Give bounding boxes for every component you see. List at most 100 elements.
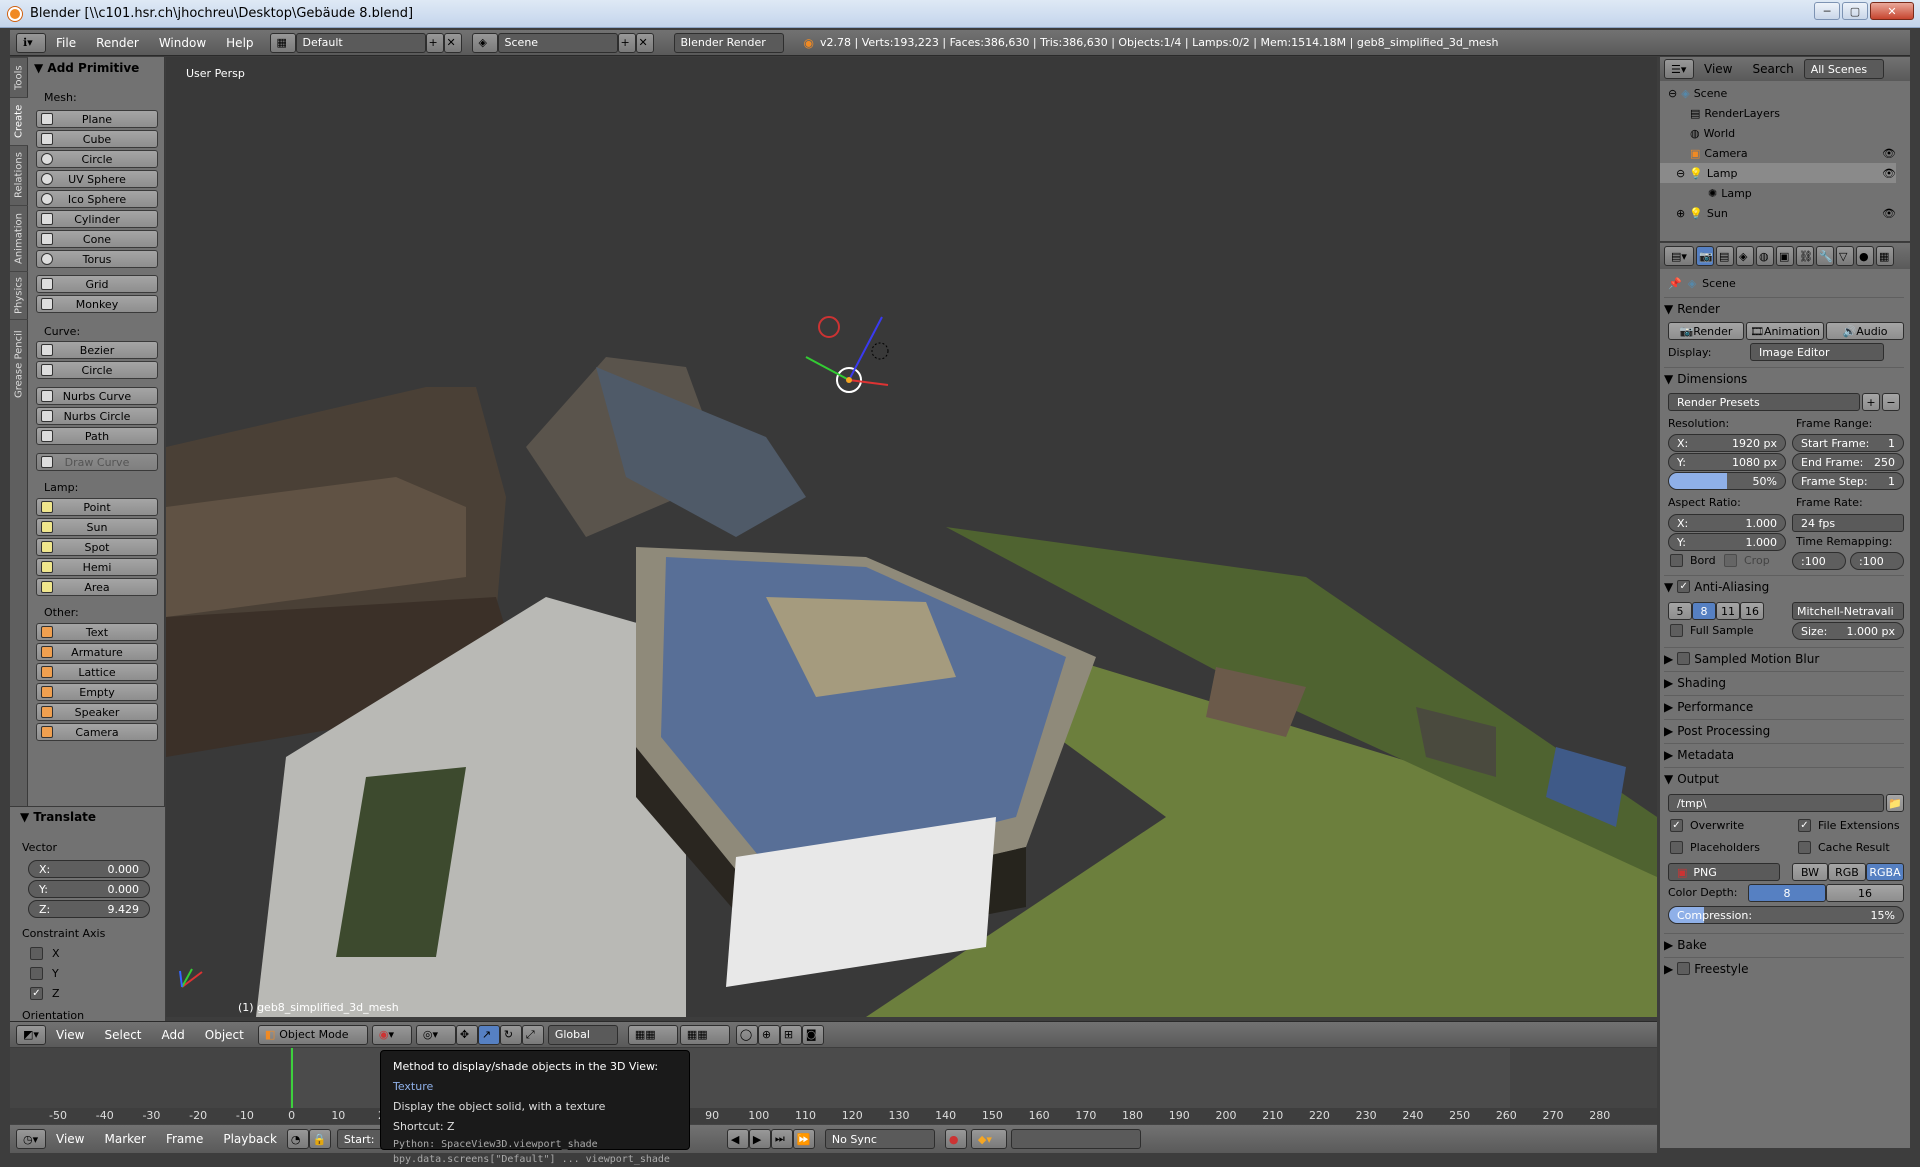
aa-samples-11[interactable]: 11 [1716,602,1740,620]
render-panel-header[interactable]: ▼ Render [1664,297,1904,319]
layers-context-icon[interactable]: ▤ [1716,246,1734,266]
timeline-menu-view[interactable]: View [46,1132,94,1146]
tab-relations[interactable]: Relations [10,145,28,205]
outliner-row-camera[interactable]: ▣ Camera 👁 [1660,143,1896,163]
add-text-button[interactable]: Text [36,623,158,641]
add-armature-button[interactable]: Armature [36,643,158,661]
add-cylinder-button[interactable]: Cylinder [36,210,158,228]
freestyle-checkbox[interactable] [1677,962,1691,975]
timeline-menu-marker[interactable]: Marker [94,1132,155,1146]
scene-icon[interactable]: ◈ [471,32,498,53]
outliner-row-scene[interactable]: ⊖ ◈ Scene [1660,83,1896,103]
remove-layout-icon[interactable]: ✕ [443,32,462,53]
tab-physics[interactable]: Physics [10,271,28,319]
layout-selector[interactable]: Default [295,32,426,53]
aa-samples-5[interactable]: 5 [1668,602,1692,620]
add-lattice-button[interactable]: Lattice [36,663,158,681]
proportional-edit-icon[interactable]: ◯ [735,1024,758,1045]
resolution-y-field[interactable]: Y: 1080 px [1668,453,1786,471]
pin-icon[interactable]: 📌 [1668,277,1682,290]
add-nurbs-curve-button[interactable]: Nurbs Curve [36,387,158,405]
add-scene-icon[interactable]: + [617,32,636,53]
add-cube-button[interactable]: Cube [36,130,158,148]
color-mode-rgba[interactable]: RGBA [1866,863,1904,881]
editor-type-3d-icon[interactable]: ◩▾ [16,1024,46,1045]
add-nurbs-circle-button[interactable]: Nurbs Circle [36,407,158,425]
data-context-icon[interactable]: ▽ [1836,246,1854,266]
next-keyframe-icon[interactable]: ⏭ [770,1129,793,1149]
start-frame-field[interactable]: Start Frame: 1 [1792,434,1904,452]
add-empty-button[interactable]: Empty [36,683,158,701]
dimensions-panel-header[interactable]: ▼ Dimensions [1664,367,1904,389]
render-presets-selector[interactable]: Render Presets [1668,393,1860,411]
snap-element-icon[interactable]: ⊞ [779,1024,802,1045]
remap-new-field[interactable]: :100 [1850,552,1904,570]
manipulator-toggle[interactable]: ✥ [455,1024,478,1045]
pivot-selector[interactable]: ◎▾ [415,1024,456,1045]
add-bezier-button[interactable]: Bezier [36,341,158,359]
scale-manipulator[interactable]: ⤢ [521,1024,544,1045]
visibility-eye-icon-2[interactable]: 👁 [1882,167,1896,180]
add-layout-icon[interactable]: + [425,32,444,53]
add-plane-button[interactable]: Plane [36,110,158,128]
visibility-eye-icon[interactable]: 👁 [1882,147,1896,160]
border-checkbox[interactable] [1670,554,1683,567]
outliner-row-sun[interactable]: ⊕ 💡 Sun 👁 [1660,203,1896,223]
overwrite-checkbox[interactable]: ✓ [1670,819,1683,832]
keying-set-field[interactable] [1010,1129,1141,1149]
aa-samples-8[interactable]: 8 [1692,602,1716,620]
add-area-lamp-button[interactable]: Area [36,578,158,596]
bake-panel-header[interactable]: ▶ Bake [1664,933,1904,955]
3d-viewport[interactable]: User Persp (1) geb8_simplified_3d_mesh [166,57,1657,1017]
frame-rate-selector[interactable]: 24 fps [1792,514,1904,532]
color-depth-8[interactable]: 8 [1748,884,1826,902]
outliner-menu-search[interactable]: Search [1742,62,1803,76]
minimize-button[interactable]: ─ [1814,2,1840,20]
material-context-icon[interactable]: ● [1856,246,1874,266]
outliner-row-world[interactable]: ◍ World [1660,123,1896,143]
texture-context-icon[interactable]: ▦ [1876,246,1894,266]
translate-x-field[interactable]: X: 0.000 [28,860,150,878]
layout-icon[interactable]: ▦ [269,32,296,53]
file-format-selector[interactable]: ▣ PNG [1668,863,1780,881]
modifiers-context-icon[interactable]: 🔧 [1816,246,1834,266]
scene-selector[interactable]: Scene [497,32,618,53]
menu-file[interactable]: File [46,36,86,50]
aa-filter-selector[interactable]: Mitchell-Netravali [1792,602,1904,620]
add-sun-lamp-button[interactable]: Sun [36,518,158,536]
display-selector[interactable]: Image Editor [1750,343,1884,361]
outliner-filter[interactable]: All Scenes [1803,59,1884,79]
translate-manipulator[interactable]: ↗ [477,1024,500,1045]
add-camera-button[interactable]: Camera [36,723,158,741]
viewport-shading-button[interactable]: ◉ ▾ [371,1024,412,1045]
layers-grid-2[interactable]: ▦▦ [679,1024,730,1045]
add-spot-lamp-button[interactable]: Spot [36,538,158,556]
aspect-y-field[interactable]: Y: 1.000 [1668,533,1786,551]
file-extensions-checkbox[interactable]: ✓ [1798,819,1811,832]
close-button[interactable]: ✕ [1870,2,1914,20]
constraints-context-icon[interactable]: ⛓ [1796,246,1814,266]
aa-size-field[interactable]: Size: 1.000 px [1792,622,1904,640]
animation-button[interactable]: 🎞 Animation [1746,322,1824,340]
cache-result-checkbox[interactable] [1798,841,1811,854]
editor-type-outliner-icon[interactable]: ☰▾ [1664,59,1694,79]
timeline-menu-frame[interactable]: Frame [156,1132,213,1146]
freestyle-panel-header[interactable]: ▶ Freestyle [1664,957,1904,979]
color-depth-16[interactable]: 16 [1826,884,1904,902]
sampled-motion-blur-panel-header[interactable]: ▶ Sampled Motion Blur [1664,647,1904,669]
jump-end-icon[interactable]: ⏩ [792,1129,815,1149]
tab-animation[interactable]: Animation [10,205,28,271]
render-button[interactable]: 📷 Render [1668,322,1744,340]
add-primitive-title[interactable]: ▼ Add Primitive [34,61,139,75]
menu-add[interactable]: Add [152,1028,195,1042]
scene-context-icon[interactable]: ◈ [1736,246,1754,266]
rotate-manipulator[interactable]: ↻ [499,1024,522,1045]
color-mode-rgb[interactable]: RGB [1828,863,1866,881]
editor-type-timeline-icon[interactable]: ◷▾ [16,1129,46,1149]
outliner-row-lamp-data[interactable]: ✺ Lamp [1660,183,1896,203]
render-engine-selector[interactable]: Blender Render [673,32,784,53]
performance-panel-header[interactable]: ▶ Performance [1664,695,1904,717]
resolution-x-field[interactable]: X: 1920 px [1668,434,1786,452]
compression-field[interactable]: Compression: 15% [1668,906,1904,924]
maximize-button[interactable]: ▢ [1842,2,1868,20]
